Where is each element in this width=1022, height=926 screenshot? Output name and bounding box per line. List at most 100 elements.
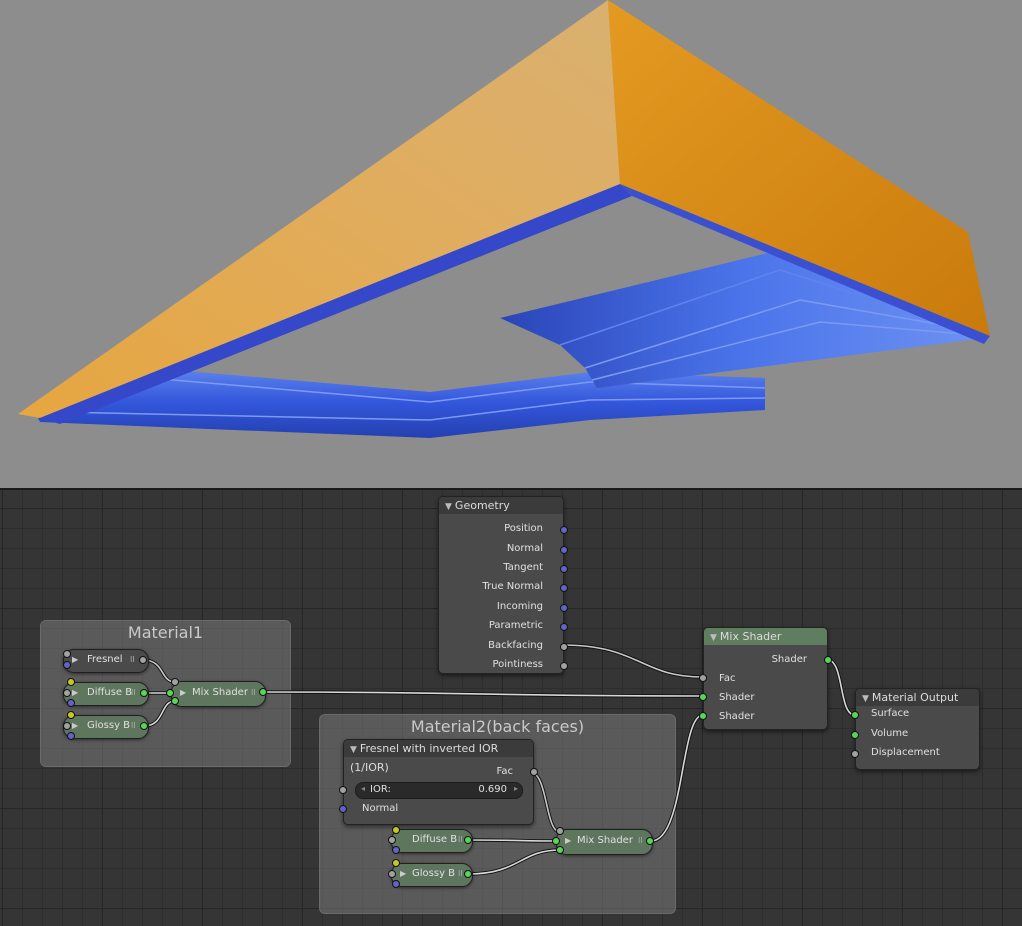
socket-glossy2-color[interactable] bbox=[392, 859, 400, 867]
ior-value: 0.690 bbox=[478, 784, 507, 795]
socket-displacement[interactable] bbox=[851, 750, 859, 758]
geometry-node-header[interactable]: ▼ Geometry bbox=[439, 497, 563, 514]
socket-fac-in[interactable] bbox=[699, 674, 707, 682]
hidden-sockets-icon: II bbox=[131, 721, 136, 730]
node-title: Mix Shader bbox=[719, 630, 782, 643]
node-title: Glossy B bbox=[87, 720, 131, 731]
socket-shader-out[interactable] bbox=[824, 656, 832, 664]
expand-triangle-icon[interactable]: ▶ bbox=[400, 864, 406, 884]
input-fac: Fac bbox=[719, 673, 736, 684]
node-title: Diffuse B bbox=[412, 834, 458, 845]
glossy-bsdf-node[interactable]: ▶ Glossy B II bbox=[63, 715, 149, 739]
material-output-header[interactable]: ▼ Material Output bbox=[856, 689, 979, 706]
output-backfacing: Backfacing bbox=[488, 640, 543, 651]
socket-mix1-out[interactable] bbox=[259, 688, 267, 696]
socket-mix2-fac[interactable] bbox=[556, 827, 564, 835]
socket-pointiness[interactable] bbox=[560, 662, 568, 670]
socket-fresnel-ior[interactable] bbox=[63, 650, 71, 658]
mix-shader-material2-node[interactable]: ▶ Mix Shader II bbox=[556, 829, 653, 855]
input-displacement: Displacement bbox=[871, 747, 940, 758]
socket-diffuse2-bsdf[interactable] bbox=[464, 836, 472, 844]
socket-fresnel-normal[interactable] bbox=[63, 661, 71, 669]
geometry-node[interactable]: ▼ Geometry Position Normal Tangent True N… bbox=[438, 496, 568, 674]
socket-diffuse2-normal[interactable] bbox=[392, 846, 400, 854]
socket-normal-in[interactable] bbox=[339, 805, 347, 813]
socket-ior-in[interactable] bbox=[339, 786, 347, 794]
socket-shader-in-2[interactable] bbox=[699, 712, 707, 720]
output-position: Position bbox=[504, 523, 543, 534]
collapse-triangle-icon[interactable]: ▼ bbox=[862, 694, 869, 704]
increment-arrow-icon[interactable]: ▸ bbox=[514, 784, 518, 793]
socket-fac-out[interactable] bbox=[530, 768, 538, 776]
expand-triangle-icon[interactable]: ▶ bbox=[180, 682, 186, 704]
diffuse-bsdf-node-2[interactable]: ▶ Diffuse B II bbox=[391, 829, 473, 853]
socket-glossy2-roughness[interactable] bbox=[388, 870, 396, 878]
hidden-sockets-icon: II bbox=[638, 836, 643, 845]
output-parametric: Parametric bbox=[488, 620, 543, 631]
socket-shader-in-1[interactable] bbox=[699, 693, 707, 701]
output-incoming: Incoming bbox=[496, 601, 543, 612]
node-title: Mix Shader bbox=[577, 835, 633, 846]
material-output-node[interactable]: ▼ Material Output Surface Volume Displace… bbox=[851, 688, 980, 770]
input-shader-2: Shader bbox=[719, 711, 755, 722]
decrement-arrow-icon[interactable]: ◂ bbox=[361, 784, 365, 793]
diffuse-bsdf-node[interactable]: ▶ Diffuse B II bbox=[63, 682, 149, 706]
node-title: Diffuse B bbox=[87, 687, 133, 698]
collapse-triangle-icon[interactable]: ▼ bbox=[710, 633, 717, 643]
socket-incoming[interactable] bbox=[560, 604, 568, 612]
3d-viewport[interactable] bbox=[0, 0, 1022, 488]
socket-volume[interactable] bbox=[851, 731, 859, 739]
mix-shader-main-node[interactable]: ▼ Mix Shader Shader Fac Shader Shader bbox=[699, 627, 832, 730]
socket-glossy2-normal[interactable] bbox=[392, 880, 400, 888]
socket-diffuse2-color[interactable] bbox=[392, 826, 400, 834]
ior-label: IOR: bbox=[370, 784, 391, 795]
hidden-sockets-icon: II bbox=[458, 835, 463, 844]
node-editor[interactable]: Material1 Material2(back faces) ▼ Geomet… bbox=[0, 490, 1022, 926]
socket-position[interactable] bbox=[560, 526, 568, 534]
rendered-mesh bbox=[18, 0, 990, 438]
socket-diffuse2-roughness[interactable] bbox=[388, 836, 396, 844]
socket-mix2-shader-2[interactable] bbox=[556, 846, 564, 854]
fresnel-node[interactable]: ▶ Fresnel II bbox=[63, 649, 149, 673]
socket-diffuse-normal[interactable] bbox=[67, 699, 75, 707]
front-face-left bbox=[18, 0, 620, 418]
socket-mix2-shader-1[interactable] bbox=[552, 837, 560, 845]
expand-triangle-icon[interactable]: ▶ bbox=[72, 650, 78, 670]
socket-mix1-shader-2[interactable] bbox=[171, 697, 179, 705]
input-normal: Normal bbox=[362, 803, 399, 814]
socket-fresnel-fac[interactable] bbox=[139, 656, 147, 664]
socket-glossy-bsdf[interactable] bbox=[140, 722, 148, 730]
socket-surface[interactable] bbox=[851, 711, 859, 719]
socket-diffuse-roughness[interactable] bbox=[63, 689, 71, 697]
collapse-triangle-icon[interactable]: ▼ bbox=[350, 745, 357, 755]
input-volume: Volume bbox=[871, 728, 909, 739]
socket-true-normal[interactable] bbox=[560, 584, 568, 592]
mix-shader-header[interactable]: ▼ Mix Shader bbox=[704, 628, 827, 645]
ior-field[interactable]: ◂ IOR: 0.690 ▸ bbox=[355, 782, 523, 799]
mix-shader-material1-node[interactable]: ▶ Mix Shader II bbox=[171, 681, 266, 707]
fresnel-inverted-ior-node[interactable]: ▼ Fresnel with inverted IOR (1/IOR) Fac ◂… bbox=[339, 739, 538, 825]
socket-parametric[interactable] bbox=[560, 623, 568, 631]
socket-diffuse-color[interactable] bbox=[67, 678, 75, 686]
socket-glossy-roughness[interactable] bbox=[63, 722, 71, 730]
fresnel-inverted-header[interactable]: ▼ Fresnel with inverted IOR (1/IOR) bbox=[344, 740, 533, 774]
socket-tangent[interactable] bbox=[560, 565, 568, 573]
node-title: Geometry bbox=[454, 499, 510, 512]
socket-glossy2-bsdf[interactable] bbox=[464, 870, 472, 878]
glossy-bsdf-node-2[interactable]: ▶ Glossy B II bbox=[391, 863, 473, 887]
socket-glossy-color[interactable] bbox=[67, 711, 75, 719]
expand-triangle-icon[interactable]: ▶ bbox=[565, 830, 571, 852]
socket-mix2-out[interactable] bbox=[646, 837, 654, 845]
socket-mix1-shader-1[interactable] bbox=[166, 689, 174, 697]
socket-diffuse-bsdf[interactable] bbox=[140, 689, 148, 697]
node-title: Fresnel with inverted IOR (1/IOR) bbox=[350, 742, 499, 774]
collapse-triangle-icon[interactable]: ▼ bbox=[445, 502, 452, 512]
hidden-sockets-icon: II bbox=[251, 688, 256, 697]
hidden-sockets-icon: II bbox=[131, 688, 136, 697]
socket-mix1-fac[interactable] bbox=[171, 678, 179, 686]
socket-normal[interactable] bbox=[560, 546, 568, 554]
node-title: Glossy B bbox=[412, 868, 456, 879]
socket-glossy-normal[interactable] bbox=[67, 732, 75, 740]
socket-backfacing[interactable] bbox=[560, 643, 568, 651]
output-pointiness: Pointiness bbox=[492, 659, 543, 670]
